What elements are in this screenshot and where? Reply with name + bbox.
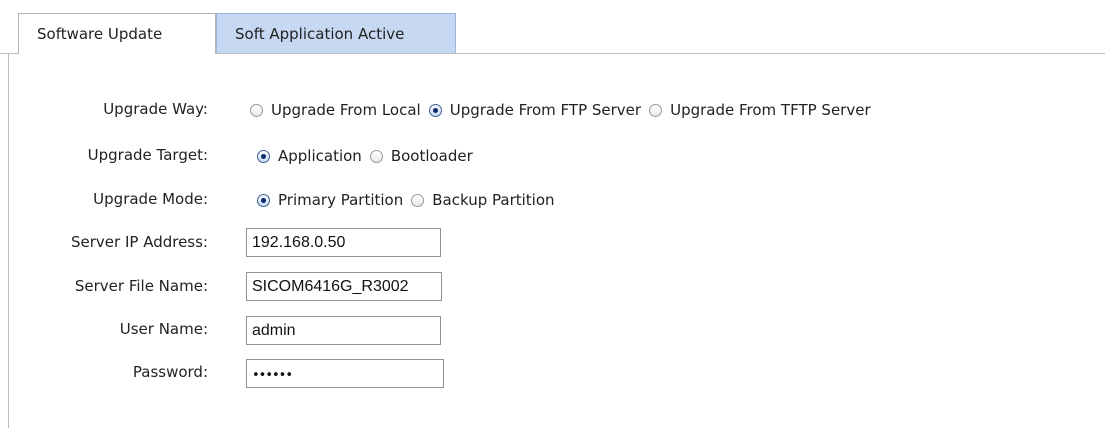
tab-software-update[interactable]: Software Update xyxy=(18,13,216,54)
upgrade-from-tftp-server-label: Upgrade From TFTP Server xyxy=(670,101,871,119)
primary-partition-option[interactable]: Primary Partition xyxy=(257,191,403,209)
upgrade-way-options: Upgrade From Local Upgrade From FTP Serv… xyxy=(250,101,879,119)
upgrade-from-local-option[interactable]: Upgrade From Local xyxy=(250,101,421,119)
radio-checked-icon[interactable] xyxy=(428,103,442,117)
backup-partition-label: Backup Partition xyxy=(432,191,555,209)
application-label: Application xyxy=(278,147,362,165)
radio-checked-icon[interactable] xyxy=(257,193,270,207)
upgrade-target-options: Application Bootloader xyxy=(257,147,481,165)
upgrade-from-ftp-server-option[interactable]: Upgrade From FTP Server xyxy=(428,101,642,119)
user-name-input[interactable]: admin xyxy=(246,316,441,345)
upgrade-way-row: Upgrade Way: Upgrade From Local Upgrade … xyxy=(0,95,1105,125)
user-name-label: User Name: xyxy=(119,320,208,338)
radio-unchecked-icon[interactable] xyxy=(369,149,383,163)
tab-soft-application-active[interactable]: Soft Application Active xyxy=(216,13,456,53)
upgrade-target-row: Upgrade Target: Application Bootloader xyxy=(0,141,1105,171)
server-file-input[interactable]: SICOM6416G_R3002 xyxy=(246,272,442,301)
upgrade-way-label: Upgrade Way: xyxy=(103,100,208,118)
radio-unchecked-icon[interactable] xyxy=(250,103,263,117)
radio-unchecked-icon[interactable] xyxy=(411,193,425,207)
radio-unchecked-icon[interactable] xyxy=(649,103,663,117)
server-ip-row: Server IP Address: 192.168.0.50 xyxy=(0,227,1105,257)
upgrade-mode-row: Upgrade Mode: Primary Partition Backup P… xyxy=(0,185,1105,215)
bootloader-label: Bootloader xyxy=(390,147,473,165)
upgrade-from-tftp-server-option[interactable]: Upgrade From TFTP Server xyxy=(649,101,871,119)
password-input[interactable]: •••••• xyxy=(246,359,444,388)
server-ip-input[interactable]: 192.168.0.50 xyxy=(246,228,441,257)
password-label: Password: xyxy=(132,363,208,381)
bootloader-option[interactable]: Bootloader xyxy=(369,147,473,165)
upgrade-mode-options: Primary Partition Backup Partition xyxy=(257,191,563,209)
backup-partition-option[interactable]: Backup Partition xyxy=(411,191,555,209)
upgrade-mode-label: Upgrade Mode: xyxy=(93,190,208,208)
primary-partition-label: Primary Partition xyxy=(278,191,404,209)
application-option[interactable]: Application xyxy=(257,147,362,165)
radio-checked-icon[interactable] xyxy=(257,149,270,163)
server-file-row: Server File Name: SICOM6416G_R3002 xyxy=(0,271,1105,301)
software-update-page: Software Update Soft Application Active … xyxy=(0,0,1105,428)
server-file-label: Server File Name: xyxy=(74,277,208,295)
user-name-row: User Name: admin xyxy=(0,314,1105,345)
upgrade-from-local-label: Upgrade From Local xyxy=(271,101,421,119)
upgrade-from-ftp-server-label: Upgrade From FTP Server xyxy=(449,101,642,119)
upgrade-target-label: Upgrade Target: xyxy=(87,146,208,164)
server-ip-label: Server IP Address: xyxy=(71,233,208,251)
password-row: Password: •••••• xyxy=(0,358,1105,388)
tab-bar: Software Update Soft Application Active xyxy=(0,0,1105,54)
